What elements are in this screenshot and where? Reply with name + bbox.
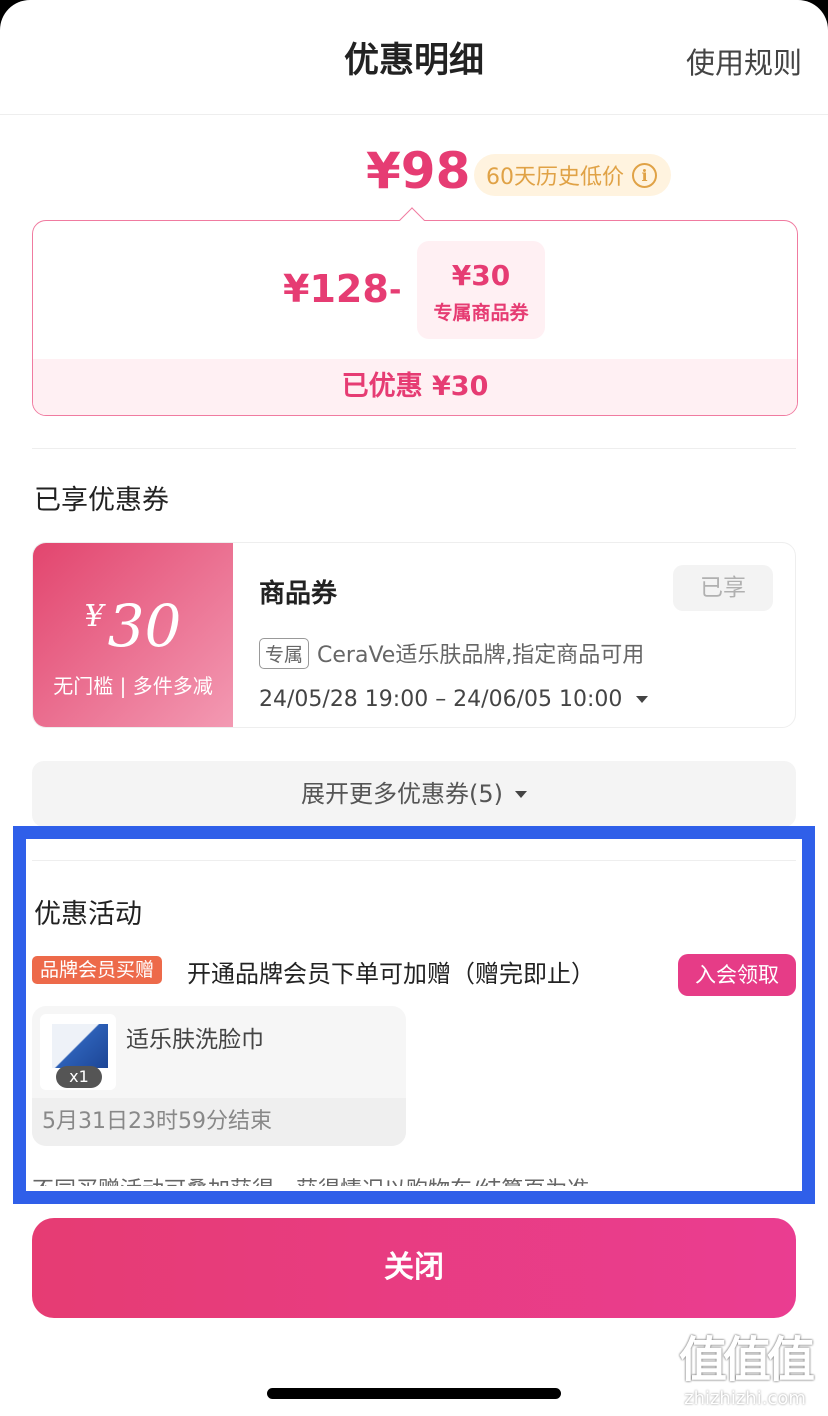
price-calculation-box: ¥128 - ¥30 专属商品券 已优惠 ¥30 xyxy=(32,220,798,416)
coupon-deduction-amount: ¥30 xyxy=(451,259,511,292)
header: 优惠明细 使用规则 xyxy=(0,0,828,115)
watermark: 值值值 zhizhizhi.com xyxy=(670,1334,820,1409)
lowest-price-badge[interactable]: 60天历史低价 i xyxy=(474,154,671,196)
discount-details-sheet: 优惠明细 使用规则 ¥98 60天历史低价 i ¥128 - ¥30 专属商品券… xyxy=(0,0,828,1416)
coupon-card: ¥30 无门槛 | 多件多减 商品券 已享 专属 CeraVe适乐肤品牌,指定商… xyxy=(32,542,796,728)
home-indicator xyxy=(267,1388,561,1399)
coupon-condition: 无门槛 | 多件多减 xyxy=(53,674,213,698)
caret-down-icon xyxy=(515,790,527,798)
lowest-price-label: 60天历史低价 xyxy=(486,165,624,190)
coupon-scope: 专属 CeraVe适乐肤品牌,指定商品可用 xyxy=(259,637,644,669)
info-icon[interactable]: i xyxy=(632,162,657,188)
coupon-value: ¥30 xyxy=(33,585,233,658)
coupon-deduction-label: 专属商品券 xyxy=(433,302,529,324)
coupon-name: 商品券 xyxy=(259,579,338,609)
usage-rules-link[interactable]: 使用规则 xyxy=(686,40,802,82)
coupon-deduction: ¥30 专属商品券 xyxy=(417,241,545,339)
close-button[interactable]: 关闭 xyxy=(32,1218,796,1318)
coupon-validity[interactable]: 24/05/28 19:00 – 24/06/05 10:00 xyxy=(259,687,649,712)
coupon-perforation xyxy=(226,543,240,727)
expand-more-coupons-label: 展开更多优惠券(5) xyxy=(301,780,503,808)
coupon-value-panel: ¥30 无门槛 | 多件多减 xyxy=(33,543,233,727)
watermark-logo: 值值值 xyxy=(678,1332,815,1388)
exclusive-tag: 专属 xyxy=(259,637,310,669)
coupon-currency: ¥ xyxy=(84,599,104,634)
expand-more-coupons-button[interactable]: 展开更多优惠券(5) xyxy=(32,761,796,827)
watermark-url: zhizhizhi.com xyxy=(684,1388,806,1409)
caret-down-icon xyxy=(636,696,649,703)
minus-sign: - xyxy=(389,273,402,308)
coupon-status-button[interactable]: 已享 xyxy=(673,565,773,611)
highlight-box xyxy=(13,826,815,1204)
applied-coupons-heading: 已享优惠券 xyxy=(34,485,169,516)
saved-amount: 已优惠 ¥30 xyxy=(33,359,797,415)
coupon-validity-text: 24/05/28 19:00 – 24/06/05 10:00 xyxy=(259,687,623,712)
coupon-scope-text: CeraVe适乐肤品牌,指定商品可用 xyxy=(317,643,645,668)
divider xyxy=(32,448,796,449)
coupon-amount: 30 xyxy=(107,592,182,660)
final-price: ¥98 xyxy=(366,142,471,200)
original-price: ¥128 xyxy=(283,267,389,311)
